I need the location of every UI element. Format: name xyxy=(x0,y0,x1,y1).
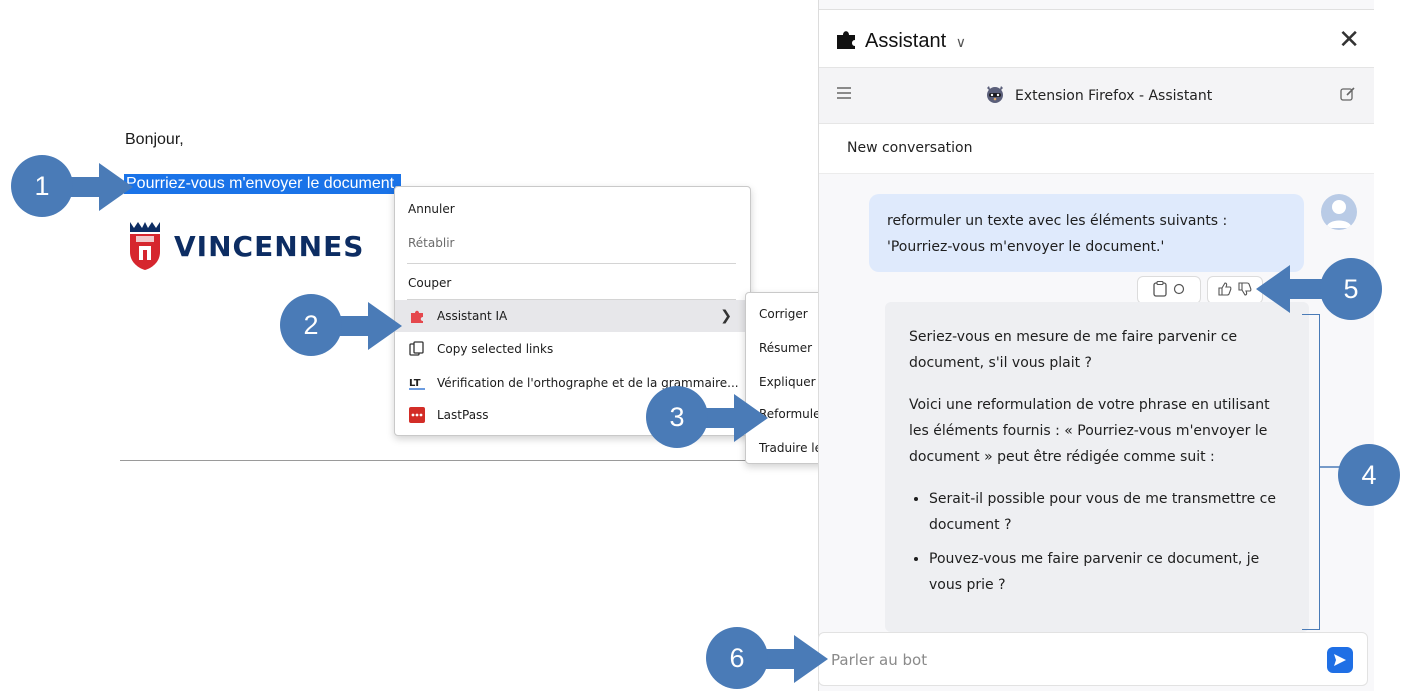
lastpass-icon xyxy=(408,407,426,423)
logo-text: VINCENNES xyxy=(174,229,365,263)
menu-item-label: Assistant IA xyxy=(437,309,508,323)
list-item: Serait-il possible pour vous de me trans… xyxy=(929,486,1285,538)
assistant-bullet-list: Serait-il possible pour vous de me trans… xyxy=(929,486,1285,598)
puzzle-icon xyxy=(408,308,426,324)
thumbs-up-icon[interactable] xyxy=(1218,281,1232,299)
menu-item-label: Couper xyxy=(408,276,452,290)
close-icon[interactable]: ✕ xyxy=(1338,26,1360,52)
email-greeting: Bonjour, xyxy=(125,131,184,148)
hamburger-menu-icon[interactable] xyxy=(837,86,851,104)
chevron-down-icon: ∨ xyxy=(955,34,966,50)
menu-item-cut[interactable]: Couper xyxy=(395,267,750,299)
menu-item-label: LastPass xyxy=(437,408,489,422)
callout-number: 6 xyxy=(706,627,768,689)
menu-item-redo[interactable]: Rétablir xyxy=(395,227,750,259)
puzzle-icon xyxy=(835,28,857,55)
menu-item-label: Copy selected links xyxy=(437,342,554,356)
conversation-header: Extension Firefox - Assistant xyxy=(819,68,1374,124)
selected-text[interactable]: Pourriez-vous m'envoyer le document. xyxy=(124,174,401,194)
response-bracket xyxy=(1302,314,1320,630)
assistant-message: Seriez-vous en mesure de me faire parven… xyxy=(885,302,1309,632)
copy-links-icon xyxy=(408,341,426,357)
user-avatar xyxy=(1321,194,1357,230)
callout-number: 4 xyxy=(1338,444,1400,506)
callout-number: 2 xyxy=(280,294,342,356)
callout-number: 5 xyxy=(1320,258,1382,320)
send-icon xyxy=(1334,654,1346,666)
email-divider xyxy=(120,460,820,461)
submenu-item-corriger[interactable]: Corriger xyxy=(759,307,808,321)
submenu-item-resumer[interactable]: Résumer xyxy=(759,341,812,355)
new-conversation-bar: New conversation xyxy=(819,124,1374,174)
edit-icon[interactable] xyxy=(1340,86,1356,107)
chat-input[interactable] xyxy=(831,647,1311,673)
callout-number: 3 xyxy=(646,386,708,448)
conversation-title: Extension Firefox - Assistant xyxy=(1015,88,1213,104)
menu-item-copy-links[interactable]: Copy selected links xyxy=(395,333,750,365)
assistant-paragraph: Seriez-vous en mesure de me faire parven… xyxy=(909,329,1238,371)
menu-item-label: Vérification de l'orthographe et de la g… xyxy=(437,376,739,390)
menu-item-undo[interactable]: Annuler xyxy=(395,193,750,225)
list-item: Pouvez-vous me faire parvenir ce documen… xyxy=(929,546,1285,598)
menu-item-assistant-ia[interactable]: Assistant IA ❯ xyxy=(395,300,750,332)
send-button[interactable] xyxy=(1327,647,1353,673)
panel-title[interactable]: Assistant ∨ xyxy=(865,30,966,53)
message-toolbar xyxy=(1137,276,1263,304)
panel-title-text: Assistant xyxy=(865,30,947,52)
panel-header: Assistant ∨ ✕ xyxy=(819,10,1374,68)
callout-number: 1 xyxy=(11,155,73,217)
new-conversation-button[interactable]: New conversation xyxy=(847,140,972,156)
menu-item-label: Rétablir xyxy=(408,236,455,250)
chat-input-bar xyxy=(818,632,1368,686)
assistant-paragraph: Voici une reformulation de votre phrase … xyxy=(909,397,1270,465)
vincennes-logo: VINCENNES xyxy=(128,222,364,270)
user-message: reformuler un texte avec les éléments su… xyxy=(869,194,1304,272)
assistant-panel: Assistant ∨ ✕ Extension Firefox - Assist… xyxy=(818,0,1374,691)
clipboard-icon[interactable] xyxy=(1153,280,1167,300)
menu-item-label: Annuler xyxy=(408,202,455,216)
languagetool-icon: LT xyxy=(408,375,426,391)
feedback-group xyxy=(1207,276,1263,304)
copy-retry-group xyxy=(1137,276,1201,304)
refresh-icon[interactable] xyxy=(1173,283,1185,298)
submenu-item-expliquer[interactable]: Expliquer xyxy=(759,375,816,389)
raccoon-logo-icon xyxy=(985,84,1005,109)
coat-of-arms-icon xyxy=(130,222,160,270)
bracket-connector xyxy=(1320,466,1340,468)
thumbs-down-icon[interactable] xyxy=(1238,281,1252,299)
svg-text:LT: LT xyxy=(409,378,421,389)
chevron-right-icon: ❯ xyxy=(720,308,732,324)
menu-separator xyxy=(407,263,736,264)
